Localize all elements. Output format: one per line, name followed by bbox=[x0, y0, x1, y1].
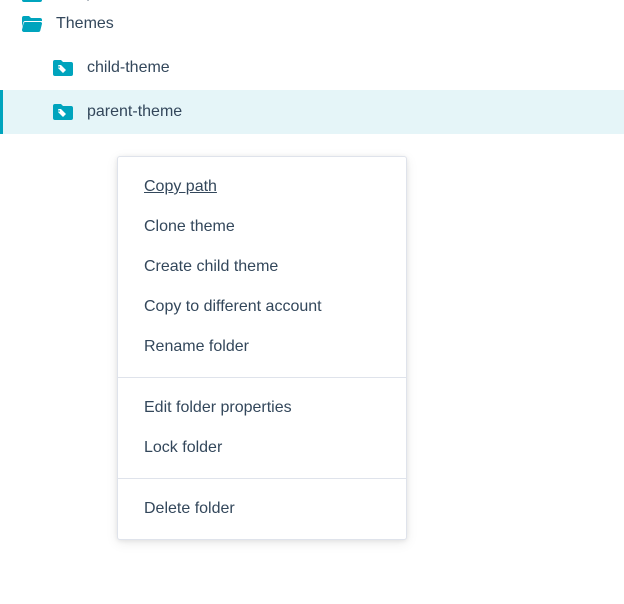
tree-item-parent-theme[interactable]: parent-theme bbox=[0, 90, 624, 134]
menu-group: Delete folder bbox=[118, 478, 406, 539]
folder-tag-icon bbox=[53, 104, 73, 120]
context-menu: Copy path Clone theme Create child theme… bbox=[117, 156, 407, 540]
menu-item-lock-folder[interactable]: Lock folder bbox=[118, 428, 406, 468]
folder-tag-icon bbox=[53, 60, 73, 76]
tree-item-child-theme[interactable]: child-theme bbox=[0, 46, 624, 90]
menu-item-edit-properties[interactable]: Edit folder properties bbox=[118, 388, 406, 428]
folder-open-icon bbox=[22, 16, 42, 32]
tree-item-label: child-theme bbox=[87, 59, 170, 77]
menu-item-copy-path[interactable]: Copy path bbox=[118, 167, 406, 207]
menu-group: Edit folder properties Lock folder bbox=[118, 377, 406, 478]
menu-item-rename-folder[interactable]: Rename folder bbox=[118, 327, 406, 367]
tree-item-label: Themes bbox=[56, 15, 114, 33]
menu-item-delete-folder[interactable]: Delete folder bbox=[118, 489, 406, 529]
folder-icon bbox=[22, 0, 42, 2]
menu-group: Copy path Clone theme Create child theme… bbox=[118, 157, 406, 377]
tree-item-themes[interactable]: Themes bbox=[0, 2, 624, 46]
tree-item-label: Templates bbox=[56, 0, 129, 2]
folder-tree: Templates Themes child-theme parent-them… bbox=[0, 0, 624, 134]
menu-item-clone-theme[interactable]: Clone theme bbox=[118, 207, 406, 247]
menu-item-create-child-theme[interactable]: Create child theme bbox=[118, 247, 406, 287]
tree-item-label: parent-theme bbox=[87, 103, 182, 121]
menu-item-copy-to-account[interactable]: Copy to different account bbox=[118, 287, 406, 327]
